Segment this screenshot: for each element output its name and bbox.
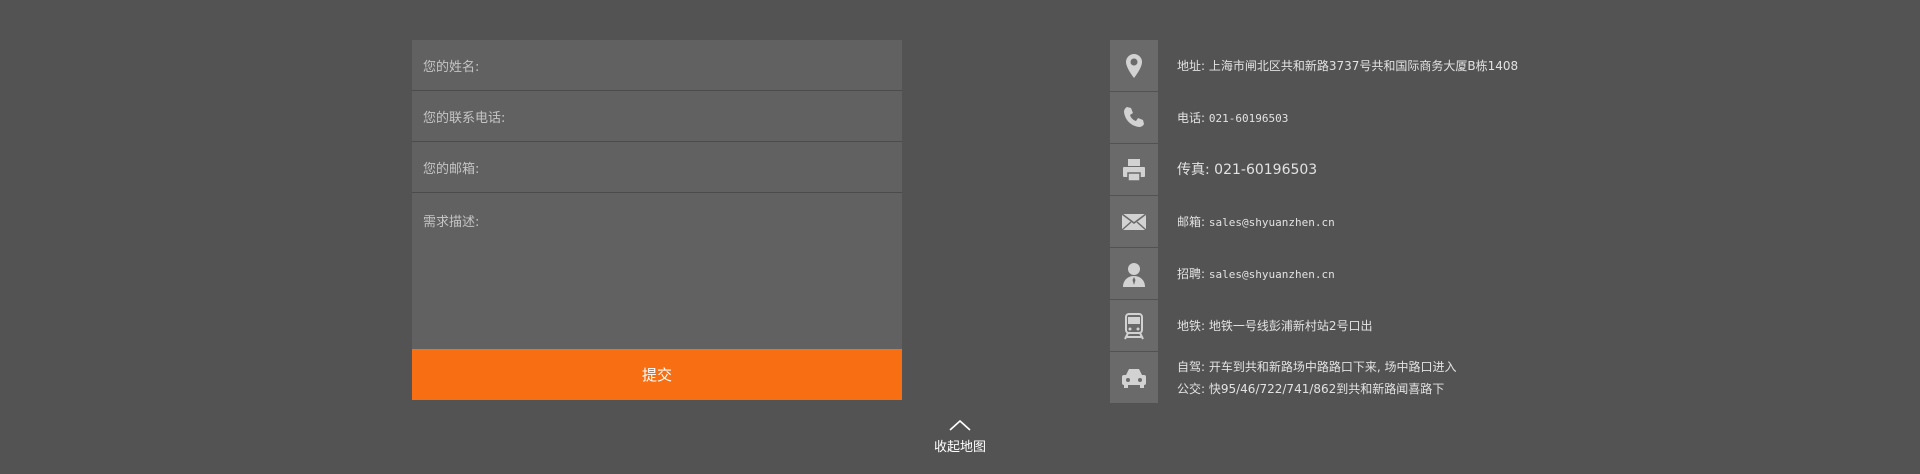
chevron-up-icon — [949, 419, 971, 431]
map-pin-icon — [1110, 40, 1158, 92]
email-input[interactable] — [479, 141, 902, 193]
contact-recruit-row: 招聘: sales@shyuanzhen.cn — [1110, 248, 1550, 300]
car-icon — [1110, 352, 1158, 404]
printer-icon — [1110, 144, 1158, 196]
recruit-prefix: 招聘: — [1177, 266, 1209, 281]
bus-text: 公交: 快95/46/722/741/862到共和新路闻喜路下 — [1177, 382, 1445, 396]
phone-icon — [1110, 92, 1158, 144]
email-prefix: 邮箱: — [1177, 214, 1209, 229]
email-link[interactable]: sales@shyuanzhen.cn — [1209, 216, 1335, 229]
recruit-link[interactable]: sales@shyuanzhen.cn — [1209, 268, 1335, 281]
phone-number: 021-60196503 — [1208, 111, 1289, 125]
email-field[interactable]: 您的邮箱: — [412, 141, 902, 193]
drive-text: 自驾: 开车到共和新路场中路路口下来, 场中路口进入 — [1177, 360, 1457, 374]
phone-input[interactable] — [505, 90, 902, 142]
person-icon — [1110, 248, 1158, 300]
collapse-map-label: 收起地图 — [933, 440, 986, 455]
description-field[interactable]: 需求描述: — [412, 193, 902, 349]
name-label: 您的姓名: — [423, 59, 480, 75]
description-label: 需求描述: — [423, 215, 480, 230]
train-icon — [1110, 300, 1158, 352]
envelope-icon — [1110, 196, 1158, 248]
contact-info: 地址: 上海市闸北区共和新路3737号共和国际商务大厦B栋1408 电话: 02… — [1110, 40, 1550, 404]
contact-email-row: 邮箱: sales@shyuanzhen.cn — [1110, 196, 1550, 248]
phone-label: 您的联系电话: — [423, 110, 506, 126]
contact-transport-row: 自驾: 开车到共和新路场中路路口下来, 场中路口进入 公交: 快95/46/72… — [1110, 352, 1550, 404]
fax-number: 021-60196503 — [1214, 162, 1318, 178]
submit-button[interactable]: 提交 — [412, 349, 902, 400]
phone-prefix: 电话: — [1177, 110, 1209, 125]
description-textarea[interactable] — [479, 211, 902, 335]
message-form: 您的姓名: 您的联系电话: 您的邮箱: 需求描述: 提交 — [412, 39, 902, 400]
contact-phone-row: 电话: 021-60196503 — [1110, 92, 1550, 144]
name-input[interactable] — [479, 39, 902, 91]
contact-subway-row: 地铁: 地铁一号线彭浦新村站2号口出 — [1110, 300, 1550, 352]
contact-address-row: 地址: 上海市闸北区共和新路3737号共和国际商务大厦B栋1408 — [1110, 40, 1550, 92]
subway-text: 地铁: 地铁一号线彭浦新村站2号口出 — [1177, 319, 1373, 333]
name-field[interactable]: 您的姓名: — [412, 39, 902, 91]
fax-prefix: 传真: — [1177, 162, 1215, 178]
contact-fax-row: 传真: 021-60196503 — [1110, 144, 1550, 196]
collapse-map-button[interactable]: 收起地图 — [920, 418, 1000, 455]
address-text: 地址: 上海市闸北区共和新路3737号共和国际商务大厦B栋1408 — [1177, 59, 1519, 73]
phone-field[interactable]: 您的联系电话: — [412, 90, 902, 142]
email-label: 您的邮箱: — [423, 161, 480, 177]
